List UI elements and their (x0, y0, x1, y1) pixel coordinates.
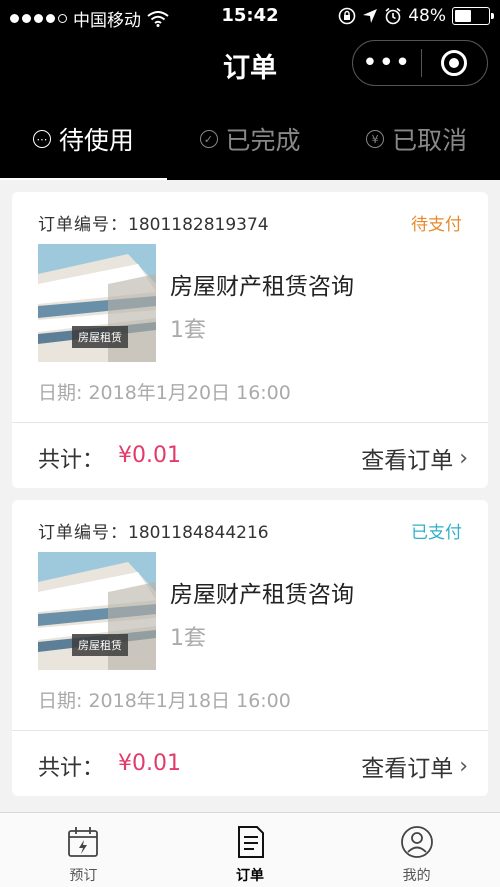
calendar-icon (68, 827, 99, 857)
order-number: 1801184844216 (128, 523, 269, 543)
status-right: 48% (338, 6, 494, 26)
user-icon (400, 826, 433, 858)
product-name: 房屋财产租赁咨询 (170, 274, 354, 300)
thumbnail-caption: 房屋租赁 (72, 634, 128, 656)
tabbar-item-profile[interactable]: 我的 (333, 813, 500, 887)
product-thumbnail: 房屋租赁 (38, 552, 156, 670)
tab-pending[interactable]: ⋯ 待使用 (0, 98, 167, 180)
view-order-label: 查看订单 (361, 448, 454, 474)
total-price: ¥0.01 (118, 443, 181, 468)
tabbar-item-booking[interactable]: 预订 (0, 813, 167, 887)
mini-program-capsule: ••• (352, 40, 488, 86)
tab-cancelled[interactable]: ¥ 已取消 (333, 98, 500, 180)
close-button[interactable] (422, 50, 488, 76)
yen-circle-icon: ¥ (366, 130, 385, 148)
location-icon (363, 9, 378, 23)
battery-percent: 48% (408, 6, 446, 26)
status-badge: 待支付 (411, 215, 462, 235)
total-price: ¥0.01 (118, 751, 181, 776)
order-number-label: 订单编号： (38, 523, 128, 543)
order-number-row: 订单编号：1801182819374 (38, 210, 269, 235)
total-label: 共计： (38, 448, 105, 473)
card-divider (12, 730, 488, 731)
chevron-right-icon: › (459, 753, 468, 779)
product-thumbnail: 房屋租赁 (38, 244, 156, 362)
tabbar-label: 我的 (402, 868, 431, 884)
order-date: 日期: 2018年1月20日 16:00 (38, 382, 291, 404)
target-icon (441, 50, 468, 76)
order-header: 订单编号：1801182819374 待支付 (38, 210, 462, 235)
tabbar-label: 订单 (236, 868, 264, 884)
check-circle-icon: ✓ (199, 130, 218, 148)
alarm-icon (385, 7, 401, 25)
product-name: 房屋财产租赁咨询 (170, 582, 354, 608)
ellipsis-circle-icon: ⋯ (32, 130, 51, 148)
status-badge: 已支付 (411, 523, 462, 543)
order-number: 1801182819374 (128, 215, 269, 235)
order-header: 订单编号：1801184844216 已支付 (38, 518, 462, 543)
tabbar-item-orders[interactable]: 订单 (167, 813, 334, 887)
view-order-link[interactable]: 查看订单 › (361, 441, 468, 475)
order-card[interactable]: 订单编号：1801182819374 待支付 房屋租赁 房屋财产租赁咨询 1套 … (12, 192, 488, 488)
tab-label: 待使用 (58, 126, 134, 155)
tab-completed[interactable]: ✓ 已完成 (167, 98, 334, 180)
status-bar: 中国移动 15:42 48% (0, 0, 500, 32)
order-number-label: 订单编号： (38, 215, 128, 235)
view-order-label: 查看订单 (361, 756, 454, 782)
total-label: 共计： (38, 756, 105, 781)
bottom-tab-bar: 预订 订单 我的 (0, 812, 500, 887)
battery-icon (452, 7, 494, 25)
product-quantity: 1套 (170, 626, 206, 651)
card-divider (12, 422, 488, 423)
rotation-lock-icon (338, 7, 356, 25)
tabbar-label: 预订 (69, 868, 98, 884)
order-date: 日期: 2018年1月18日 16:00 (38, 690, 291, 712)
chevron-right-icon: › (459, 445, 468, 471)
view-order-link[interactable]: 查看订单 › (361, 749, 468, 783)
order-status-tabs: ⋯ 待使用 ✓ 已完成 ¥ 已取消 (0, 98, 500, 180)
product-quantity: 1套 (170, 318, 206, 343)
document-icon (238, 826, 264, 858)
thumbnail-caption: 房屋租赁 (72, 326, 128, 348)
order-card[interactable]: 订单编号：1801184844216 已支付 房屋租赁 房屋财产租赁咨询 1套 … (12, 500, 488, 796)
more-button[interactable]: ••• (353, 43, 421, 83)
order-number-row: 订单编号：1801184844216 (38, 518, 269, 543)
tab-label: 已取消 (392, 126, 468, 155)
navigation-bar: 订单 ••• (0, 32, 500, 98)
tab-label: 已完成 (225, 126, 301, 155)
